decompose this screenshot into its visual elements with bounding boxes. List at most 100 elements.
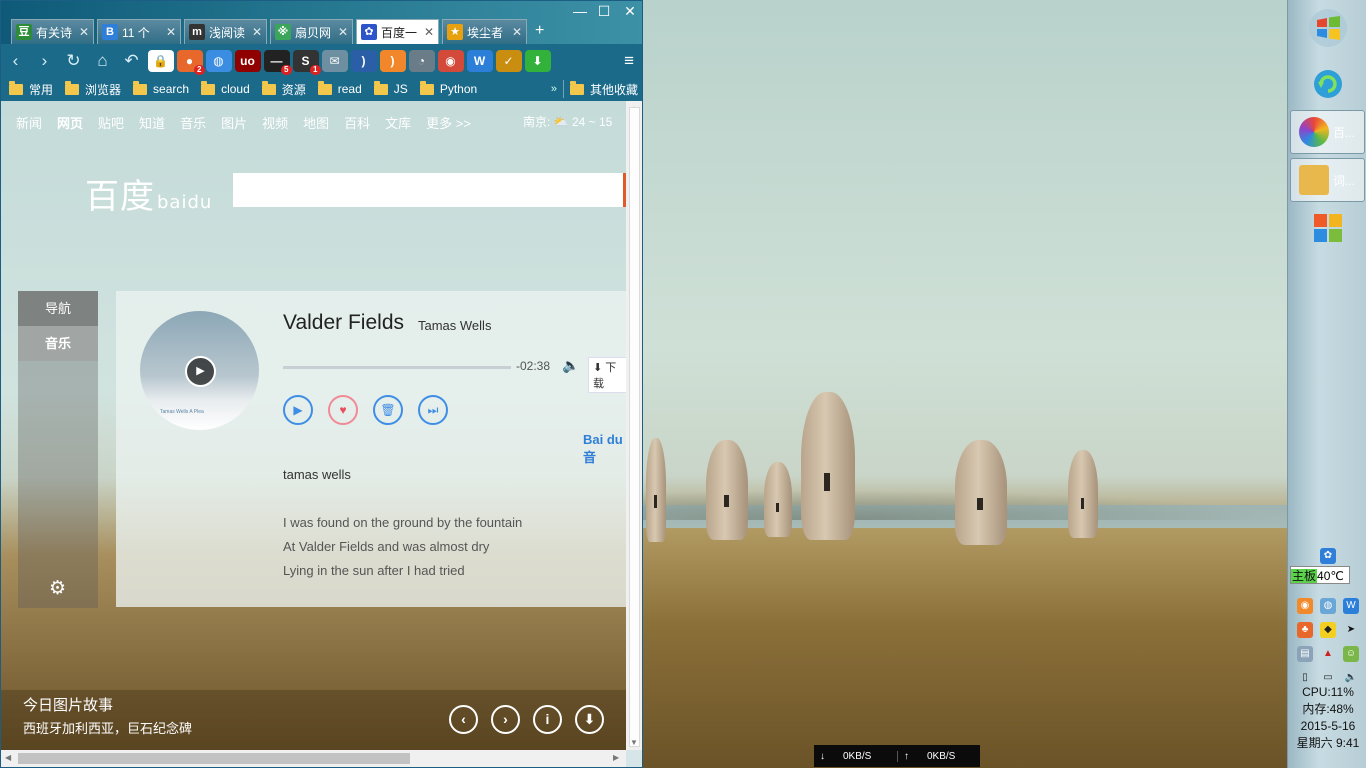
tab-close-icon[interactable]: ✕ xyxy=(252,25,262,39)
clipboard-tray-icon[interactable]: ▤ xyxy=(1297,646,1313,662)
side-menu-item[interactable]: 导航 xyxy=(18,291,98,326)
tab-close-icon[interactable]: ✕ xyxy=(79,25,89,39)
tiles-app-icon[interactable] xyxy=(1312,212,1344,244)
search-input[interactable] xyxy=(233,173,626,207)
bookmark-folder[interactable]: JS xyxy=(373,80,408,96)
tab[interactable]: ✿ 百度一 ✕ xyxy=(356,19,439,44)
scroll-right-arrow-icon[interactable]: ▶ xyxy=(613,753,619,762)
scroll-left-arrow-icon[interactable]: ◀ xyxy=(5,753,11,762)
back-button[interactable]: ‹ xyxy=(1,51,30,71)
bookmark-folder[interactable]: 常用 xyxy=(9,80,53,98)
tab-close-icon[interactable]: ✕ xyxy=(166,25,176,39)
bookmark-folder[interactable]: 浏览器 xyxy=(65,80,121,98)
tab[interactable]: m 浅阅读 ✕ xyxy=(184,19,267,44)
system-clock[interactable]: CPU:11% 内存:48% 2015-5-16 星期六 9:41 xyxy=(1290,684,1366,752)
undo-close-tab-button[interactable]: ↶ xyxy=(117,51,146,71)
globe-tray-icon[interactable]: ◍ xyxy=(1320,598,1336,614)
bookmark-folder[interactable]: read xyxy=(317,80,362,96)
board-temperature[interactable]: 主板40℃ xyxy=(1290,566,1350,584)
nav-link[interactable]: 网页 xyxy=(57,113,83,132)
lastpass-icon[interactable]: 🔒 xyxy=(147,49,174,72)
settings-gear-icon[interactable]: ⚙ xyxy=(49,577,66,600)
prev-picture-button[interactable]: ‹ xyxy=(449,705,478,734)
menu-icon[interactable]: ≡ xyxy=(624,51,634,71)
nav-link[interactable]: 视频 xyxy=(262,113,288,132)
play-button[interactable]: ▶ xyxy=(283,395,313,425)
minimize-button[interactable]: — xyxy=(569,3,591,19)
qq-tray-icon[interactable]: ♣ xyxy=(1297,622,1313,638)
horizontal-scrollbar[interactable]: ◀ ▶ xyxy=(1,750,626,767)
stylish-icon[interactable]: S1 xyxy=(292,49,321,75)
horizontal-scroll-thumb[interactable] xyxy=(18,753,410,764)
artist-name[interactable]: Tamas Wells xyxy=(418,318,491,333)
bookmark-folder[interactable]: 资源 xyxy=(261,80,306,98)
home-button[interactable]: ⌂ xyxy=(88,51,117,71)
nav-link[interactable]: 更多 >> xyxy=(426,113,471,132)
progress-bar[interactable] xyxy=(283,366,511,369)
weather-widget[interactable]: 南京: ⛅ 24 ~ 15 xyxy=(523,113,612,130)
note-tray-icon[interactable]: ◆ xyxy=(1320,622,1336,638)
nav-link[interactable]: 音乐 xyxy=(180,113,206,132)
maximize-button[interactable]: ☐ xyxy=(593,3,615,20)
w-tray-icon[interactable]: W xyxy=(1343,598,1359,614)
globe-icon[interactable]: ◍ xyxy=(205,49,232,72)
chrome-icon[interactable]: ◉ xyxy=(437,49,464,72)
tab[interactable]: B 11 个 ✕ xyxy=(97,19,181,44)
baidu-tray-icon[interactable]: ✿ xyxy=(1320,548,1336,564)
download-icon[interactable]: ⬇ xyxy=(524,49,551,72)
android-tray-icon[interactable]: ☺ xyxy=(1343,646,1359,662)
tab[interactable]: ★ 埃尘者 ✕ xyxy=(442,19,527,44)
rss-icon[interactable]: ) xyxy=(379,49,406,72)
nav-link[interactable]: 地图 xyxy=(303,113,329,132)
download-button[interactable]: ⬇ 下载 xyxy=(588,357,626,393)
info-button[interactable]: i xyxy=(533,705,562,734)
w-icon[interactable]: W xyxy=(466,49,493,72)
moustache-icon[interactable]: —5 xyxy=(263,49,292,75)
tab[interactable]: 豆有关诗 ✕ xyxy=(11,19,94,44)
side-menu-item[interactable]: 音乐 xyxy=(18,326,98,361)
lyric-line: tamas wells xyxy=(283,467,351,482)
nav-link[interactable]: 新闻 xyxy=(16,113,42,132)
vertical-scroll-thumb[interactable] xyxy=(629,107,640,747)
windows-start-icon[interactable] xyxy=(1308,8,1348,48)
next-button[interactable]: ⏭ xyxy=(418,395,448,425)
bookmark-folder-other[interactable]: 其他收藏 xyxy=(569,80,638,98)
cover-play-button[interactable]: ▶ xyxy=(185,356,216,387)
mail-icon[interactable]: ✉ xyxy=(321,49,348,72)
reload-button[interactable]: ↻ xyxy=(59,51,88,71)
nav-link[interactable]: 贴吧 xyxy=(98,113,124,132)
forward-button[interactable]: › xyxy=(30,51,59,71)
nav-link[interactable]: 百科 xyxy=(344,113,370,132)
tab[interactable]: ※ 扇贝网 ✕ xyxy=(270,19,353,44)
nav-link[interactable]: 知道 xyxy=(139,113,165,132)
close-button[interactable]: ✕ xyxy=(619,3,641,20)
taskbar-task-explorer[interactable]: 词... xyxy=(1290,158,1365,202)
scroll-down-arrow-icon[interactable]: ▼ xyxy=(630,738,638,747)
vertical-scrollbar[interactable]: ▲ ▼ xyxy=(626,101,642,750)
bookmark-folder[interactable]: search xyxy=(133,80,189,96)
volume-icon[interactable]: 🔈 xyxy=(562,357,579,374)
nav-link[interactable]: 文库 xyxy=(385,113,411,132)
refresh-app-icon[interactable] xyxy=(1312,68,1344,100)
tab-close-icon[interactable]: ✕ xyxy=(424,25,434,39)
check-icon[interactable]: ✓ xyxy=(495,49,522,72)
bookmarks-more-button[interactable]: » xyxy=(551,83,557,95)
bookmark-folder[interactable]: cloud xyxy=(201,80,250,96)
chrome-tray-icon[interactable]: ◉ xyxy=(1297,598,1313,614)
nav-link[interactable]: 图片 xyxy=(221,113,247,132)
taskbar-task-browser[interactable]: 百... xyxy=(1290,110,1365,154)
like-button[interactable]: ♥ xyxy=(328,395,358,425)
tab-close-icon[interactable]: ✕ xyxy=(512,25,522,39)
speedtest-icon[interactable]: ◔ xyxy=(408,49,435,72)
feed-icon[interactable]: ) xyxy=(350,49,377,72)
next-picture-button[interactable]: › xyxy=(491,705,520,734)
tab-close-icon[interactable]: ✕ xyxy=(338,25,348,39)
bookmark-folder[interactable]: Python xyxy=(419,80,477,96)
download-picture-button[interactable]: ⬇ xyxy=(575,705,604,734)
cursor-tray-icon[interactable]: ➤ xyxy=(1343,622,1359,638)
ublock-icon[interactable]: uo xyxy=(234,49,261,72)
triangle-tray-icon[interactable]: ▲ xyxy=(1320,646,1336,662)
new-tab-button[interactable]: + xyxy=(535,22,544,40)
delete-button[interactable]: 🗑 xyxy=(373,395,403,425)
pear-icon[interactable]: ● 2 xyxy=(176,49,205,75)
